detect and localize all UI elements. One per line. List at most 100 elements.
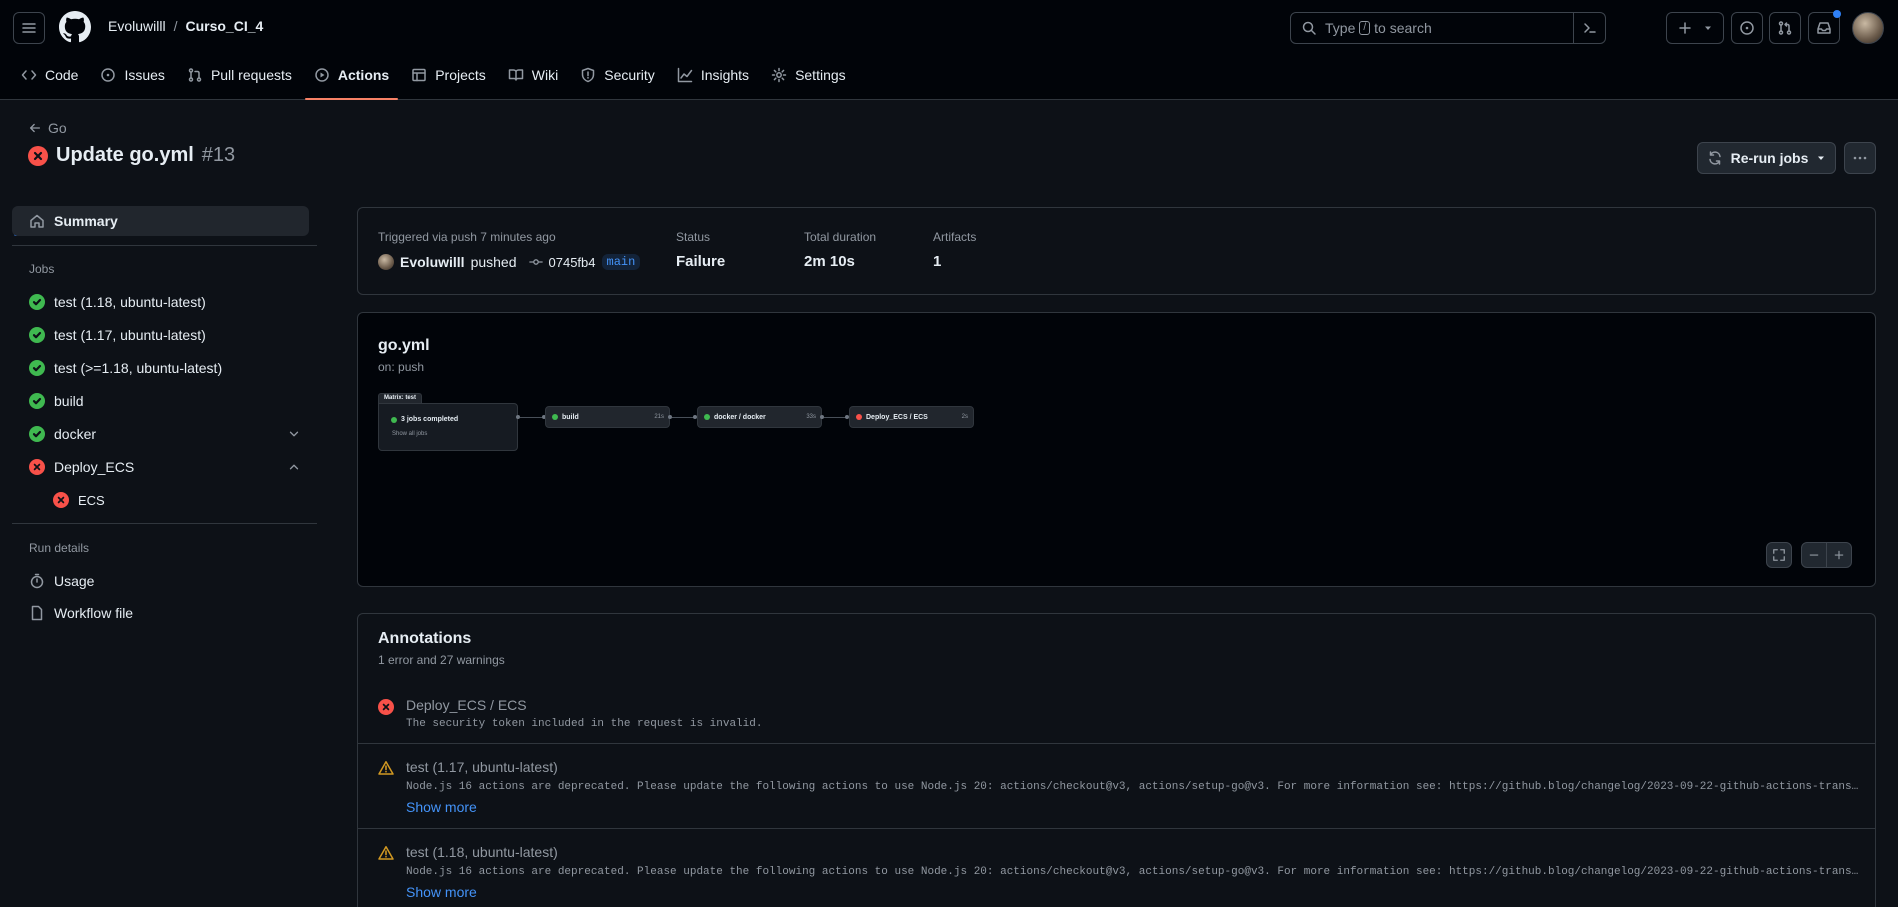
back-to-workflow-link[interactable]: Go: [28, 120, 67, 136]
sidebar-item-usage[interactable]: Usage: [12, 566, 317, 596]
job-label: test (>=1.18, ubuntu-latest): [54, 360, 223, 376]
sidebar-job-build[interactable]: build: [12, 386, 317, 416]
pull-request-icon: [188, 68, 202, 82]
sidebar-job-test-118[interactable]: test (1.18, ubuntu-latest): [12, 287, 317, 317]
matrix-summary: 3 jobs completed: [391, 416, 458, 423]
commit-sha-link[interactable]: 0745fb4: [549, 255, 596, 270]
sidebar-job-test-117[interactable]: test (1.17, ubuntu-latest): [12, 320, 317, 350]
matrix-summary-label: 3 jobs completed: [401, 416, 459, 423]
your-issues-button[interactable]: [1731, 12, 1763, 44]
graph-node-deploy-ecs[interactable]: Deploy_ECS / ECS 2s: [849, 406, 974, 428]
create-new-button[interactable]: [1666, 12, 1724, 44]
global-header: Evoluwilll / Curso_CI_4 Type / to search…: [0, 0, 1898, 100]
branch-pill[interactable]: main: [601, 254, 641, 270]
shield-icon: [581, 67, 595, 83]
chevron-up-icon[interactable]: [287, 460, 301, 474]
show-more-link[interactable]: Show more: [406, 799, 477, 815]
home-icon: [30, 214, 44, 228]
success-icon: [29, 426, 45, 442]
code-icon: [21, 70, 37, 80]
sidebar-item-summary[interactable]: Summary: [12, 206, 309, 236]
plus-icon: [1834, 550, 1844, 560]
run-details-heading: Run details: [29, 541, 90, 555]
repo-name-link[interactable]: Curso_CI_4: [185, 18, 263, 34]
artifacts-value[interactable]: 1: [933, 253, 941, 270]
show-all-jobs-link[interactable]: Show all jobs: [392, 431, 427, 437]
connector-line: [520, 417, 542, 418]
file-icon: [31, 605, 43, 621]
sidebar-subjob-ecs[interactable]: ECS: [12, 485, 317, 515]
annotation-item: test (1.18, ubuntu-latest) Node.js 16 ac…: [358, 828, 1875, 907]
chevron-down-icon[interactable]: [287, 427, 301, 441]
tab-actions[interactable]: Actions: [304, 60, 399, 100]
success-icon: [552, 414, 558, 420]
failure-icon: [53, 492, 69, 508]
actor-link[interactable]: Evoluwilll: [400, 254, 465, 270]
search-icon: [1302, 21, 1316, 35]
sidebar-item-workflow-file[interactable]: Workflow file: [12, 598, 317, 628]
your-pull-requests-button[interactable]: [1769, 12, 1801, 44]
annotation-message: Node.js 16 actions are deprecated. Pleas…: [406, 866, 1861, 878]
tab-code-label: Code: [45, 67, 79, 83]
tab-security[interactable]: Security: [571, 60, 664, 90]
more-options-button[interactable]: [1844, 142, 1876, 174]
tab-security-label: Security: [604, 67, 655, 83]
node-duration: 21s: [654, 414, 664, 420]
rerun-jobs-button[interactable]: Re-run jobs: [1697, 142, 1836, 174]
success-icon: [391, 416, 397, 423]
hamburger-menu-button[interactable]: [13, 12, 45, 44]
status-label: Status: [676, 230, 711, 244]
tab-issues-label: Issues: [124, 67, 165, 83]
minus-icon: [1809, 554, 1819, 556]
annotations-count: 1 error and 27 warnings: [378, 653, 505, 667]
annotation-title-link[interactable]: Deploy_ECS / ECS: [406, 697, 527, 713]
usage-label: Usage: [54, 573, 95, 589]
sidebar-divider: [12, 523, 317, 524]
pull-request-icon: [1778, 21, 1792, 35]
kebab-horizontal-icon: [1853, 156, 1867, 160]
tab-insights[interactable]: Insights: [668, 60, 758, 90]
search-placeholder: Type / to search: [1325, 20, 1432, 36]
user-avatar[interactable]: [1852, 12, 1884, 44]
matrix-group[interactable]: 3 jobs completed Show all jobs: [378, 403, 518, 451]
graph-node-build[interactable]: build 21s: [545, 406, 670, 428]
trigger-details: Evoluwilll pushed 0745fb4 main: [378, 254, 641, 270]
duration-label: Total duration: [804, 230, 877, 244]
search-input[interactable]: Type / to search: [1290, 12, 1606, 44]
search-shortcut-key: /: [1359, 21, 1371, 35]
sidebar-job-test-gte118[interactable]: test (>=1.18, ubuntu-latest): [12, 353, 317, 383]
graph-icon: [677, 67, 693, 83]
zoom-in-button[interactable]: [1826, 542, 1852, 568]
run-summary-card: Triggered via push 7 minutes ago Evoluwi…: [357, 207, 1876, 295]
tab-wiki[interactable]: Wiki: [499, 60, 567, 90]
screen-full-icon: [1773, 549, 1785, 561]
fullscreen-button[interactable]: [1766, 542, 1792, 568]
connector-line: [824, 417, 846, 418]
graph-node-docker[interactable]: docker / docker 33s: [697, 406, 822, 428]
run-title-text: Update go.yml: [56, 144, 194, 166]
tab-issues[interactable]: Issues: [91, 60, 173, 90]
push-action-text: pushed: [470, 254, 517, 270]
tab-pull-requests[interactable]: Pull requests: [178, 60, 301, 90]
repo-owner-link[interactable]: Evoluwilll: [108, 18, 166, 34]
tab-settings[interactable]: Settings: [762, 60, 855, 90]
workflow-graph: go.yml on: push Matrix: test 3 jobs comp…: [357, 312, 1876, 587]
command-palette-button[interactable]: [1573, 13, 1605, 43]
trigger-text: Triggered via push 7 minutes ago: [378, 230, 556, 244]
search-placeholder-prefix: Type: [1325, 20, 1356, 36]
zoom-out-button[interactable]: [1801, 542, 1827, 568]
sidebar-job-docker[interactable]: docker: [12, 419, 317, 449]
annotation-title-link[interactable]: test (1.18, ubuntu-latest): [406, 844, 558, 860]
show-more-link[interactable]: Show more: [406, 884, 477, 900]
back-link-label: Go: [48, 120, 67, 136]
rerun-jobs-label: Re-run jobs: [1730, 150, 1809, 166]
sidebar-job-deploy-ecs[interactable]: Deploy_ECS: [12, 452, 317, 482]
duration-value: 2m 10s: [804, 253, 855, 270]
hamburger-icon: [22, 23, 36, 33]
tab-code[interactable]: Code: [12, 60, 87, 90]
github-logo-icon[interactable]: [59, 11, 91, 43]
tab-projects[interactable]: Projects: [402, 60, 495, 90]
annotation-title-link[interactable]: test (1.17, ubuntu-latest): [406, 759, 558, 775]
actor-avatar[interactable]: [378, 254, 394, 270]
issue-opened-icon: [1740, 21, 1754, 35]
